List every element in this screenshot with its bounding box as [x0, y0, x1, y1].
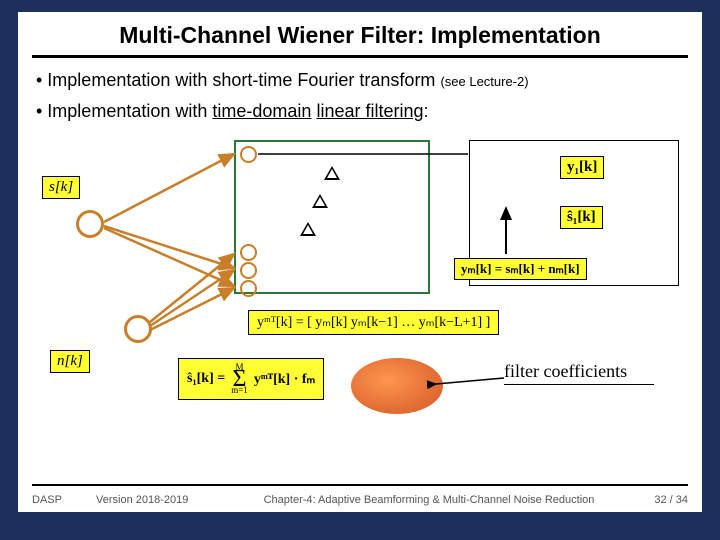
diagram: s[k] n[k] y₁[k] ŝ₁[k] yₘ[k] = sₘ[k] + nₘ… [36, 140, 684, 420]
triangle-icon [300, 222, 316, 236]
footer-left: DASP [32, 494, 96, 506]
filter-coefficients-label: filter coefficients [504, 362, 654, 385]
bullet-2: • Implementation with time-domain linear… [36, 101, 684, 122]
label-s1hat: ŝ₁[k] [560, 206, 603, 229]
footer-page: 32 / 34 [632, 494, 688, 506]
mic-4-icon [240, 262, 257, 279]
footer: DASP Version 2018-2019 Chapter-4: Adapti… [32, 494, 688, 506]
highlight-blob-icon [351, 358, 443, 414]
label-s-k: s[k] [42, 176, 80, 199]
rule-bottom [32, 484, 688, 486]
footer-version: Version 2018-2019 [96, 494, 226, 506]
bullet-1-note: (see Lecture-2) [440, 74, 528, 89]
eq-sum-lower: m=1 [231, 386, 248, 395]
mic-5-icon [240, 280, 257, 297]
mic-3-icon [240, 244, 257, 261]
source-noise-icon [124, 315, 152, 343]
mic-1-icon [240, 146, 257, 163]
bullet-2-prefix: • Implementation with [36, 101, 212, 121]
label-ym-eq: yₘ[k] = sₘ[k] + nₘ[k] [454, 258, 587, 280]
mic-array-box [234, 140, 430, 294]
bullet-2-u1: time-domain [212, 101, 311, 121]
label-y1: y₁[k] [560, 156, 604, 179]
bullet-1-text: • Implementation with short-time Fourier… [36, 70, 440, 90]
triangle-icon [324, 166, 340, 180]
triangle-icon [312, 194, 328, 208]
bullet-1: • Implementation with short-time Fourier… [36, 70, 684, 91]
bullet-2-u2: linear filtering [316, 101, 423, 121]
slide-title: Multi-Channel Wiener Filter: Implementat… [18, 12, 702, 55]
label-n-k: n[k] [50, 350, 90, 373]
source-signal-icon [76, 210, 104, 238]
bullets: • Implementation with short-time Fourier… [18, 58, 702, 140]
eq-rhs: yᵐᵀ[k] · fₘ [254, 371, 315, 388]
eq-lhs: ŝ₁[k] = [187, 371, 225, 387]
sigma-icon: Σ [233, 372, 247, 386]
label-vector-def: yᵐᵀ[k] = [ yₘ[k] yₘ[k−1] … yₘ[k−L+1] ] [248, 310, 499, 335]
equation-sum: ŝ₁[k] = M Σ m=1 yᵐᵀ[k] · fₘ [178, 358, 324, 400]
bullet-2-suffix: : [424, 101, 429, 121]
vector-def-text: yᵐᵀ[k] = [ yₘ[k] yₘ[k−1] … yₘ[k−L+1] ] [257, 315, 490, 330]
footer-chapter: Chapter-4: Adaptive Beamforming & Multi-… [226, 494, 632, 506]
